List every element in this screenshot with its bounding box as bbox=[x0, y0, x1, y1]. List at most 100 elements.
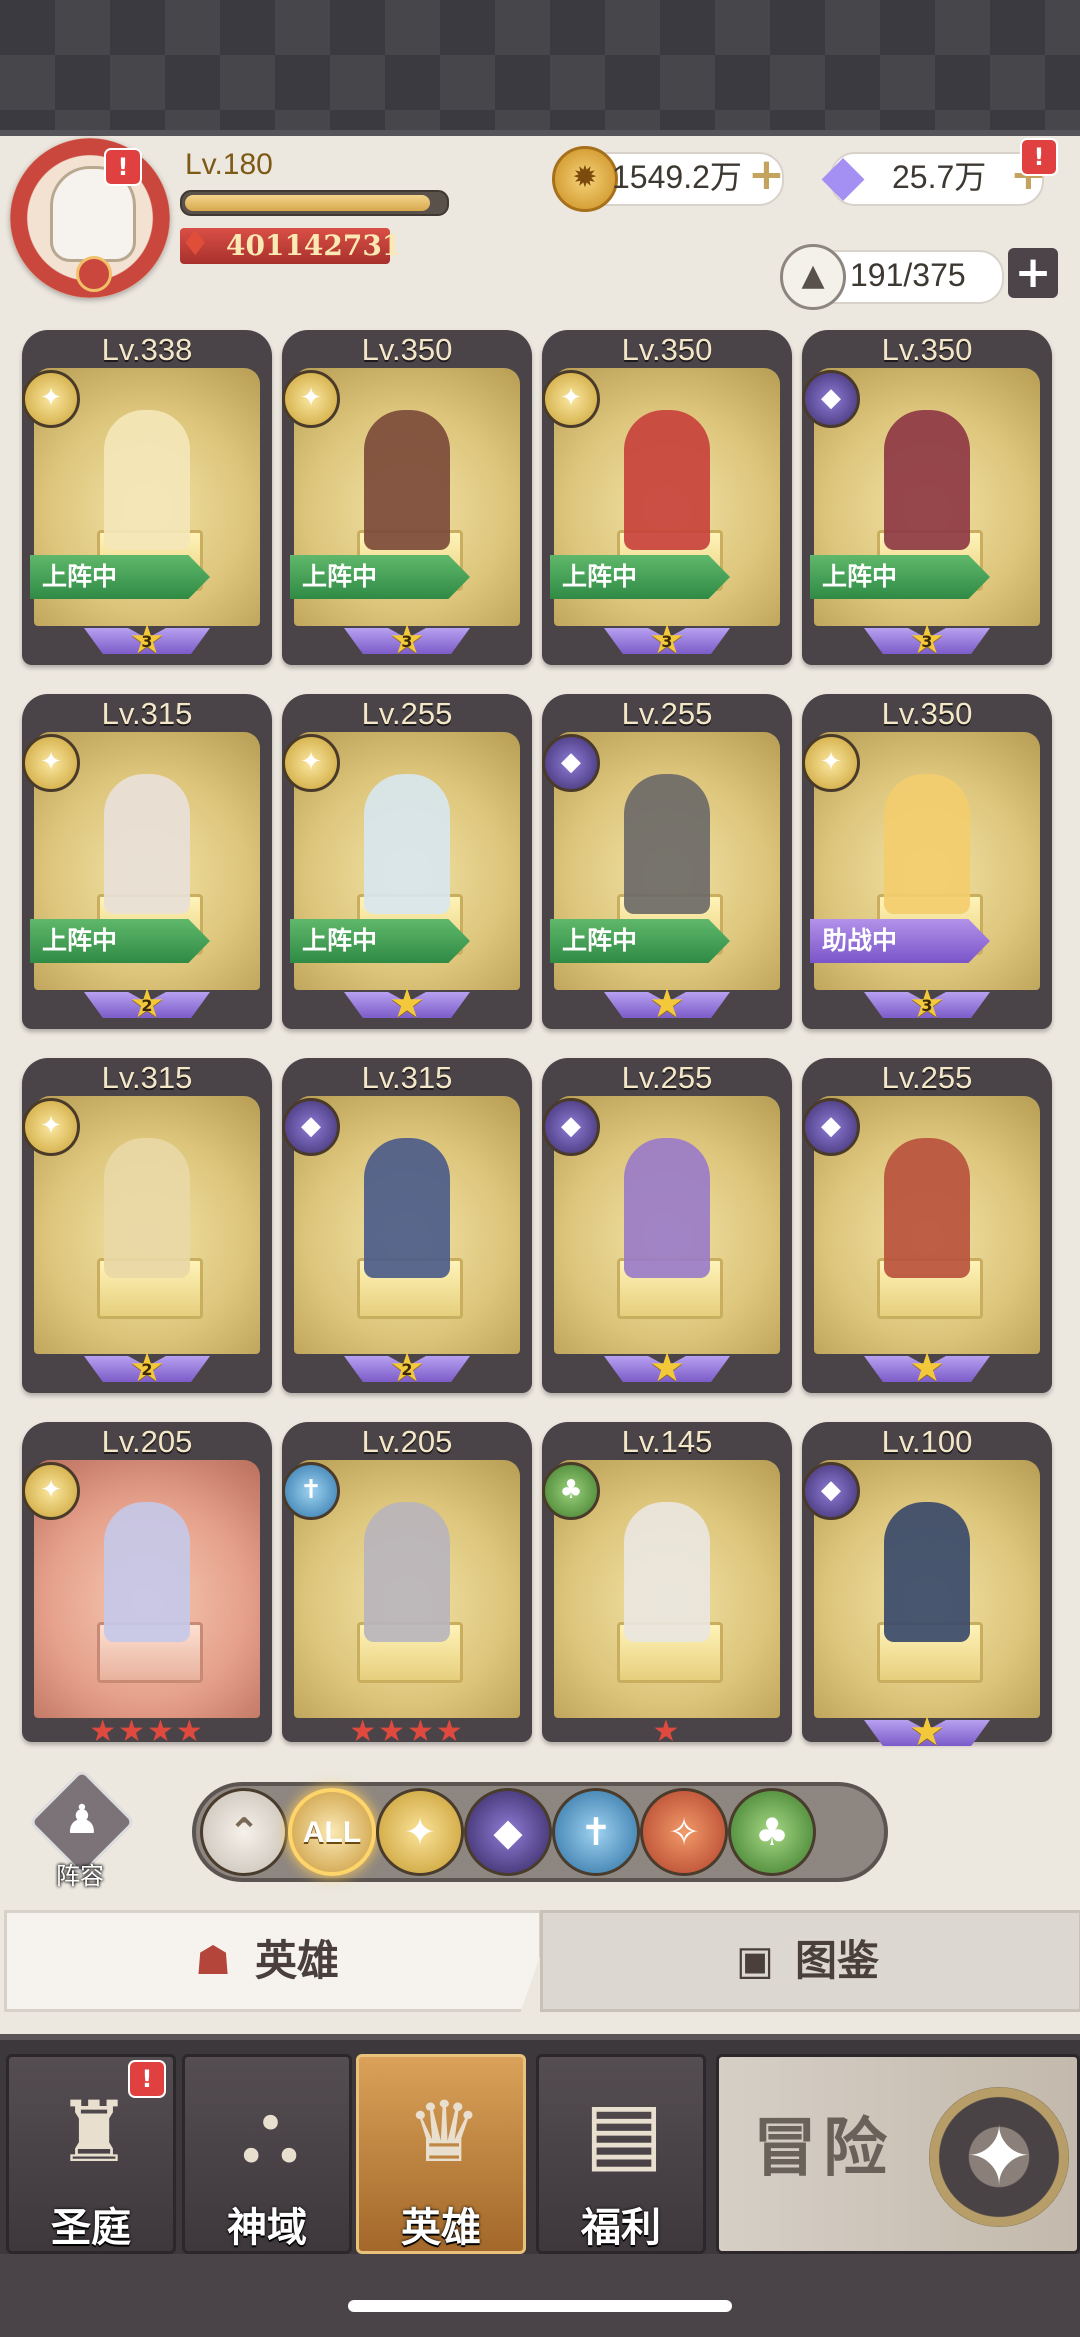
star-count: 3 bbox=[921, 632, 933, 651]
top-decorative-band bbox=[0, 0, 1080, 136]
light-faction-icon: ✦ bbox=[282, 734, 340, 792]
xp-bar bbox=[180, 190, 449, 216]
hero-star-rank: ★ 3 bbox=[22, 620, 272, 660]
nav-welfare[interactable]: ▤ 福利 bbox=[536, 2054, 706, 2254]
hero-star-rank: ★ 2 bbox=[22, 1348, 272, 1388]
filter-light-button[interactable]: ✦ bbox=[376, 1788, 464, 1876]
filter-all-button[interactable]: ALL bbox=[288, 1788, 376, 1876]
hero-star-rank: ★ 3 bbox=[542, 620, 792, 660]
hero-card[interactable]: Lv.315 ✦ 上阵中 ★ 2 bbox=[22, 694, 272, 1029]
hero-card[interactable]: Lv.315 ◆ ★ 2 bbox=[282, 1058, 532, 1393]
light-faction-icon: ✦ bbox=[802, 734, 860, 792]
hero-card[interactable]: Lv.338 ✦ 上阵中 ★ 3 bbox=[22, 330, 272, 665]
hero-star-rank: ★★★★ bbox=[22, 1712, 272, 1752]
light-faction-icon: ✦ bbox=[282, 370, 340, 428]
nature-faction-icon: ♣ bbox=[542, 1462, 600, 1520]
chess-pawn-icon: ♟ bbox=[64, 1797, 100, 1843]
nav-domain[interactable]: ⛬ 神域 bbox=[182, 2054, 352, 2254]
hero-card[interactable]: Lv.255 ◆ ★ bbox=[542, 1058, 792, 1393]
frost-faction-icon: ✝ bbox=[282, 1462, 340, 1520]
hero-level: Lv.350 bbox=[621, 332, 713, 367]
player-avatar[interactable] bbox=[10, 138, 170, 298]
hero-card[interactable]: Lv.350 ✦ 上阵中 ★ 3 bbox=[542, 330, 792, 665]
hero-status-tag: 上阵中 bbox=[290, 919, 470, 963]
dark-faction-icon: ◆ bbox=[802, 1462, 860, 1520]
nav-court-label: 圣庭 bbox=[51, 2205, 131, 2251]
player-level: Lv.180 bbox=[185, 148, 273, 181]
hero-card[interactable]: Lv.205 ✝ ★★★★ bbox=[282, 1422, 532, 1749]
compass-icon: ✦ bbox=[929, 2087, 1069, 2227]
hero-sprite bbox=[884, 1502, 970, 1642]
lineup-button[interactable]: ♟ 阵容 bbox=[28, 1768, 136, 1890]
hero-card[interactable]: Lv.255 ✦ 上阵中 ★ bbox=[282, 694, 532, 1029]
hero-star-rank: ★ 2 bbox=[22, 984, 272, 1024]
hero-capacity: 191/375 bbox=[850, 257, 966, 293]
hero-star-rank: ★ bbox=[802, 1712, 1052, 1752]
tab-codex[interactable]: ▣ 图鉴 bbox=[540, 1910, 1080, 2012]
horned-helmet-icon: ♛ bbox=[406, 2083, 482, 2181]
diamond-amount: 25.7万 bbox=[892, 159, 987, 195]
nav-adventure[interactable]: 冒险 ✦ bbox=[716, 2054, 1080, 2254]
light-faction-icon: ✦ bbox=[22, 1462, 80, 1520]
star-count: 3 bbox=[661, 632, 673, 651]
avatar-alert-badge: ! bbox=[104, 148, 142, 186]
hero-card[interactable]: Lv.255 ◆ ★ bbox=[802, 1058, 1052, 1393]
hero-level: Lv.350 bbox=[361, 332, 453, 367]
lineup-label: 阵容 bbox=[56, 1862, 104, 1890]
xp-bar-fill bbox=[185, 195, 430, 211]
hero-card[interactable]: Lv.100 ◆ ★ bbox=[802, 1422, 1052, 1752]
hero-star-rank: ★ 2 bbox=[282, 1348, 532, 1388]
diamond-alert-badge: ! bbox=[1020, 138, 1058, 176]
hero-level: Lv.205 bbox=[101, 1424, 193, 1459]
hero-star-rank: ★ bbox=[542, 984, 792, 1024]
hero-card[interactable]: Lv.350 ✦ 助战中 ★ 3 bbox=[802, 694, 1052, 1029]
hero-sprite bbox=[364, 774, 450, 914]
hero-sprite bbox=[624, 1138, 710, 1278]
gold-amount: 1549.2万 bbox=[612, 159, 742, 195]
expand-capacity-button[interactable]: + bbox=[1008, 248, 1058, 298]
hero-level: Lv.255 bbox=[621, 696, 713, 731]
add-gold-button[interactable]: + bbox=[748, 150, 785, 200]
filter-up-button[interactable]: ⌃ bbox=[200, 1788, 288, 1876]
hero-star-rank: ★ bbox=[802, 1348, 1052, 1388]
hero-card[interactable]: Lv.205 ✦ ★★★★ bbox=[22, 1422, 272, 1749]
star-count: 2 bbox=[141, 996, 153, 1015]
avatar-rank-emblem bbox=[76, 256, 112, 292]
hero-level: Lv.315 bbox=[101, 1060, 193, 1095]
gold-coin-icon: ✹ bbox=[552, 146, 618, 212]
hero-card[interactable]: Lv.350 ✦ 上阵中 ★ 3 bbox=[282, 330, 532, 665]
treasure-chest-icon: ▤ bbox=[584, 2083, 664, 2181]
hero-card[interactable]: Lv.350 ◆ 上阵中 ★ 3 bbox=[802, 330, 1052, 665]
star-count: 2 bbox=[401, 1360, 413, 1379]
filter-nature-button[interactable]: ♣ bbox=[728, 1788, 816, 1876]
hero-star-rank: ★ bbox=[282, 984, 532, 1024]
hero-sprite bbox=[104, 1502, 190, 1642]
hero-card[interactable]: Lv.145 ♣ ★ bbox=[542, 1422, 792, 1749]
hero-sprite bbox=[884, 1138, 970, 1278]
combat-power: 401142731 bbox=[226, 229, 402, 262]
hero-level: Lv.350 bbox=[881, 332, 973, 367]
light-faction-icon: ✦ bbox=[22, 1098, 80, 1156]
star-count: 3 bbox=[401, 632, 413, 651]
nav-adventure-label: 冒险 bbox=[753, 2112, 893, 2186]
hero-sprite bbox=[364, 410, 450, 550]
hero-level: Lv.350 bbox=[881, 696, 973, 731]
filter-frost-button[interactable]: ✝ bbox=[552, 1788, 640, 1876]
hero-card[interactable]: Lv.315 ✦ ★ 2 bbox=[22, 1058, 272, 1393]
nav-heroes[interactable]: ♛ 英雄 bbox=[356, 2054, 526, 2254]
capacity-stone-icon: ▲ bbox=[780, 244, 846, 310]
hero-level: Lv.255 bbox=[881, 1060, 973, 1095]
dark-faction-icon: ◆ bbox=[542, 734, 600, 792]
tab-heroes-label: 英雄 bbox=[255, 1936, 340, 1985]
filter-dark-button[interactable]: ◆ bbox=[464, 1788, 552, 1876]
filter-fire-button[interactable]: ✧ bbox=[640, 1788, 728, 1876]
home-indicator[interactable] bbox=[348, 2300, 732, 2312]
light-faction-icon: ✦ bbox=[542, 370, 600, 428]
hero-card[interactable]: Lv.255 ◆ 上阵中 ★ bbox=[542, 694, 792, 1029]
hero-star-rank: ★ 3 bbox=[802, 984, 1052, 1024]
hero-star-rank: ★ bbox=[542, 1348, 792, 1388]
tab-heroes[interactable]: ☗ 英雄 bbox=[4, 1910, 542, 2012]
star-icon: ★ bbox=[909, 1709, 945, 1755]
star-count: 2 bbox=[141, 1360, 153, 1379]
hero-star-rank: ★★★★ bbox=[282, 1712, 532, 1752]
